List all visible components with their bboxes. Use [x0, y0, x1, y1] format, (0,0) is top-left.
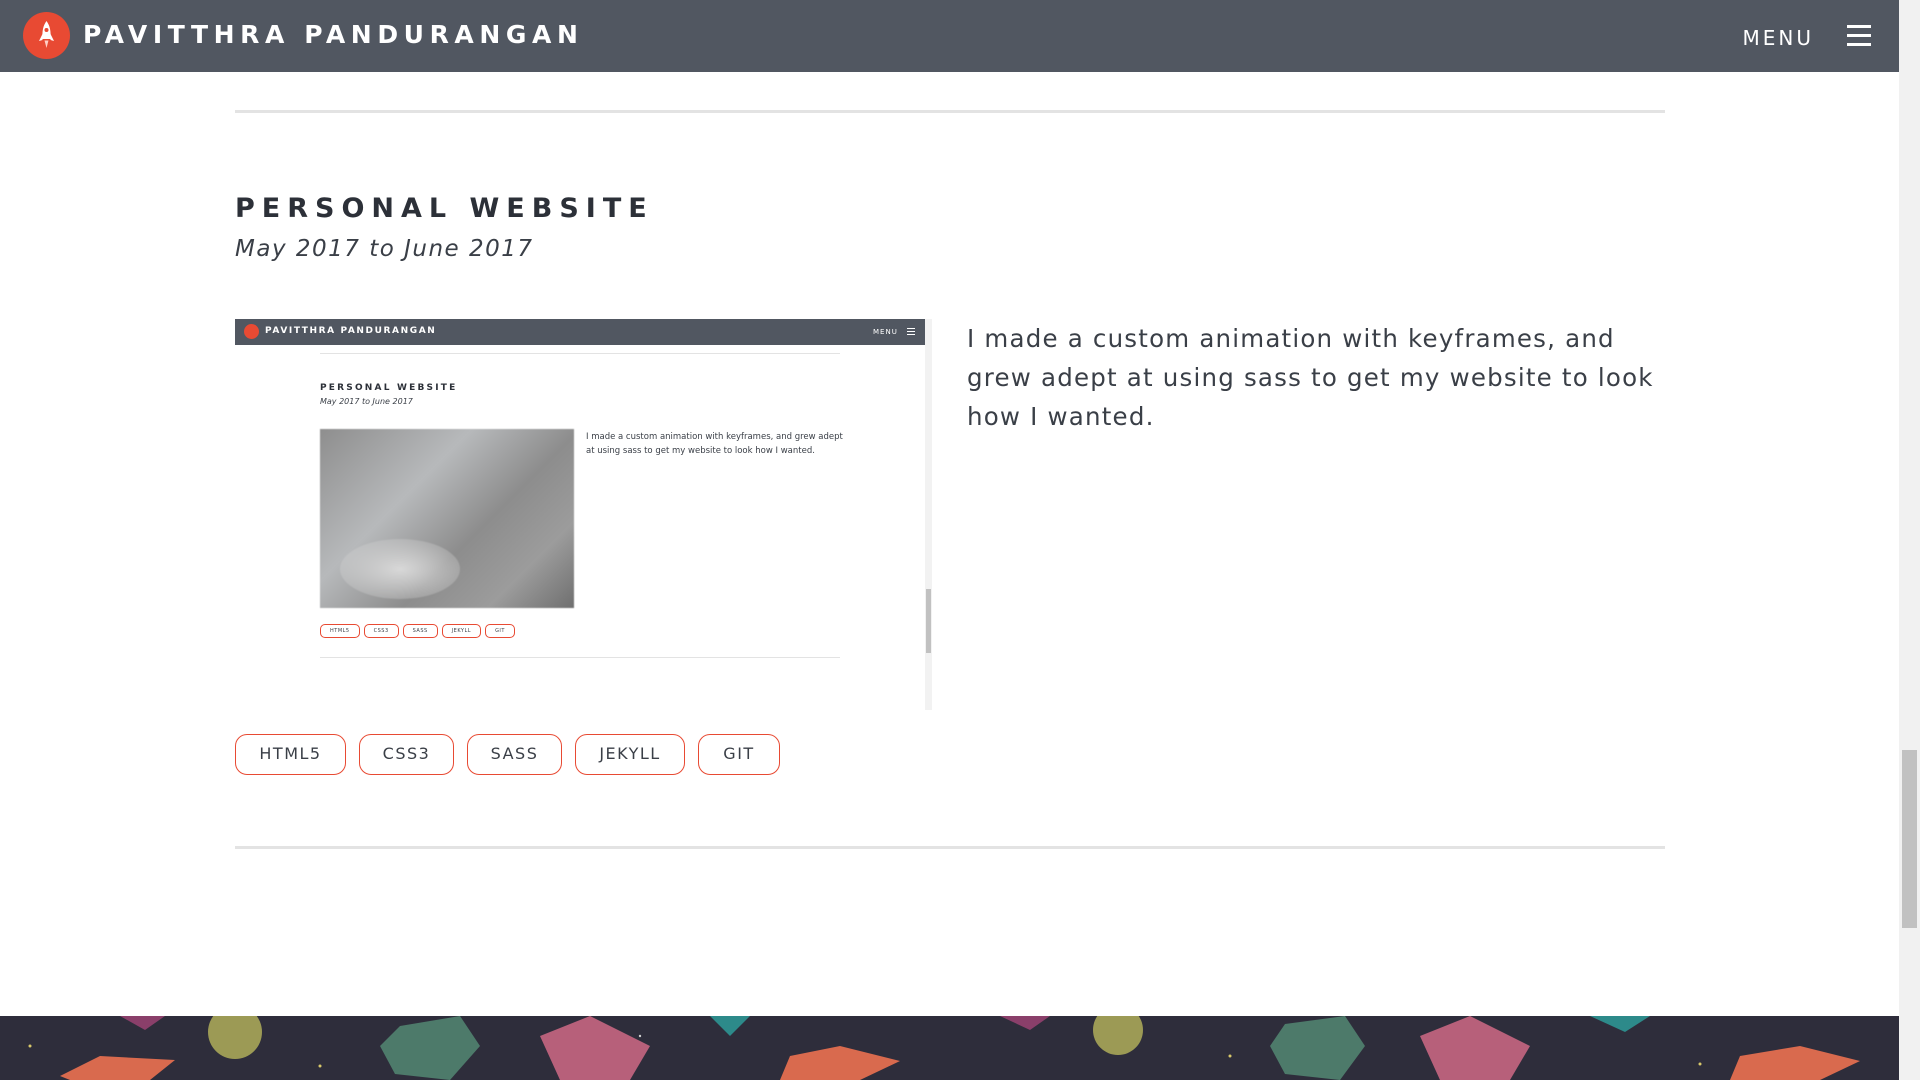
hamburger-menu-icon[interactable] — [1847, 25, 1871, 47]
preview-tag-list: HTML5 CSS3 SASS JEKYLL GIT — [320, 617, 519, 638]
menu-label[interactable]: MENU — [1743, 26, 1815, 50]
tech-tag-html5[interactable]: HTML5 — [235, 734, 346, 775]
top-navbar: PAVITTHRA PANDURANGAN MENU — [0, 0, 1899, 72]
project-description: I made a custom animation with keyframes… — [967, 324, 1654, 431]
preview-brand: PAVITTHRA PANDURANGAN — [265, 326, 437, 336]
tech-tag-list: HTML5 CSS3 SASS JEKYLL GIT — [235, 734, 793, 775]
section-divider-top — [235, 110, 1665, 113]
site-brand-name[interactable]: PAVITTHRA PANDURANGAN — [83, 20, 584, 49]
preview-divider-bottom — [320, 657, 840, 658]
preview-dates: May 2017 to June 2017 — [320, 397, 413, 406]
footer-space-illustration — [0, 1016, 1899, 1080]
tech-tag-sass[interactable]: SASS — [467, 734, 562, 775]
section-divider-bottom — [235, 846, 1665, 849]
preview-tag: JEKYLL — [441, 624, 482, 638]
preview-description: I made a custom animation with keyframes… — [586, 432, 843, 456]
preview-scrollbar-thumb — [926, 589, 931, 653]
tech-tag-jekyll[interactable]: JEKYLL — [575, 734, 685, 775]
preview-divider-top — [320, 353, 840, 354]
preview-tag: SASS — [402, 624, 438, 638]
project-title: PERSONAL WEBSITE — [235, 193, 654, 224]
preview-hamburger-icon — [907, 328, 915, 337]
preview-menu-label: MENU — [873, 328, 898, 336]
preview-tag: CSS3 — [363, 624, 399, 638]
preview-image — [320, 429, 574, 608]
project-screenshot-preview: PAVITTHRA PANDURANGAN MENU PERSONAL WEBS… — [235, 319, 932, 710]
rocket-logo-icon[interactable] — [23, 12, 70, 59]
preview-title: PERSONAL WEBSITE — [320, 383, 458, 393]
page-scrollbar-thumb[interactable] — [1902, 750, 1917, 928]
preview-tag: GIT — [485, 624, 515, 638]
tech-tag-css3[interactable]: CSS3 — [359, 734, 454, 775]
preview-rocket-icon — [244, 324, 259, 339]
preview-tag: HTML5 — [320, 624, 360, 638]
tech-tag-git[interactable]: GIT — [698, 734, 780, 775]
preview-navbar: PAVITTHRA PANDURANGAN MENU — [235, 319, 925, 345]
low-poly-planets-art — [28, 1016, 1860, 1080]
project-dates: May 2017 to June 2017 — [235, 236, 534, 262]
